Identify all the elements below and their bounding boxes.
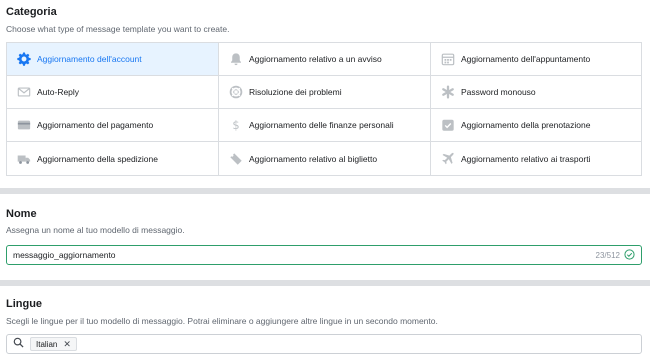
category-item-alert[interactable]: Aggiornamento relativo a un avviso [219, 43, 431, 76]
envelope-icon [17, 85, 31, 99]
category-item-label: Aggiornamento dell'account [37, 54, 142, 64]
ticket-icon [229, 152, 243, 166]
category-item-payment[interactable]: Aggiornamento del pagamento [7, 109, 219, 142]
category-item-label: Aggiornamento della prenotazione [461, 120, 591, 130]
dollar-icon: $ [229, 118, 243, 132]
category-subtitle: Choose what type of message template you… [6, 24, 230, 34]
lifebuoy-icon [229, 85, 243, 99]
credit-card-icon [17, 118, 31, 132]
template-name-input[interactable]: messaggio_aggiornamento 23/512 [6, 245, 642, 265]
category-item-label: Aggiornamento relativo al biglietto [249, 153, 378, 164]
category-title: Categoria [6, 6, 57, 18]
languages-subtitle: Scegli le lingue per il tuo modello di m… [6, 316, 438, 326]
language-chip-italian: Italian ✕ [30, 337, 77, 351]
category-item-transport[interactable]: Aggiornamento relativo ai trasporti [431, 142, 641, 175]
category-item-label: Auto-Reply [37, 87, 80, 97]
category-section: Categoria Choose what type of message te… [0, 0, 650, 188]
bell-icon [229, 52, 243, 66]
remove-chip-icon[interactable]: ✕ [63, 339, 71, 350]
gear-icon [17, 52, 31, 66]
language-search-input[interactable]: Italian ✕ [6, 334, 642, 354]
check-circle-icon [624, 248, 635, 262]
category-item-label: Aggiornamento relativo ai trasporti [461, 153, 591, 164]
category-item-auto-reply[interactable]: Auto-Reply [7, 76, 219, 109]
category-item-reservation[interactable]: Aggiornamento della prenotazione [431, 109, 641, 142]
asterisk-icon [441, 85, 455, 99]
category-item-label: Aggiornamento dell'appuntamento [461, 54, 591, 64]
category-item-label: Aggiornamento della spedizione [37, 153, 158, 164]
truck-icon [17, 152, 31, 166]
category-item-label: Aggiornamento delle finanze personali [249, 120, 394, 130]
language-chip-label: Italian [36, 339, 58, 349]
svg-text:$: $ [232, 118, 239, 132]
languages-title: Lingue [6, 298, 43, 310]
category-item-finance[interactable]: $ Aggiornamento delle finanze personali [219, 109, 431, 142]
category-item-label: Aggiornamento del pagamento [37, 120, 154, 130]
category-grid: Aggiornamento dell'account Aggiornamento… [6, 42, 642, 176]
calendar-check-icon [441, 118, 455, 132]
category-item-otp[interactable]: Password monouso [431, 76, 641, 109]
category-item-ticket[interactable]: Aggiornamento relativo al biglietto [219, 142, 431, 175]
airplane-icon [441, 152, 455, 166]
search-icon [13, 335, 24, 353]
template-name-value[interactable]: messaggio_aggiornamento [13, 250, 596, 260]
name-section: Nome Assegna un nome al tuo modello di m… [0, 194, 650, 280]
character-counter: 23/512 [595, 250, 620, 260]
category-item-shipping[interactable]: Aggiornamento della spedizione [7, 142, 219, 175]
category-item-label: Risoluzione dei problemi [249, 87, 342, 97]
category-item-appointment[interactable]: Aggiornamento dell'appuntamento [431, 43, 641, 76]
name-subtitle: Assegna un nome al tuo modello di messag… [6, 225, 185, 235]
languages-section: Lingue Scegli le lingue per il tuo model… [0, 286, 650, 362]
name-title: Nome [6, 208, 37, 220]
calendar-icon [441, 52, 455, 66]
category-item-account[interactable]: Aggiornamento dell'account [7, 43, 219, 76]
category-item-label: Password monouso [461, 87, 536, 97]
category-item-label: Aggiornamento relativo a un avviso [249, 54, 382, 64]
category-item-troubleshooting[interactable]: Risoluzione dei problemi [219, 76, 431, 109]
